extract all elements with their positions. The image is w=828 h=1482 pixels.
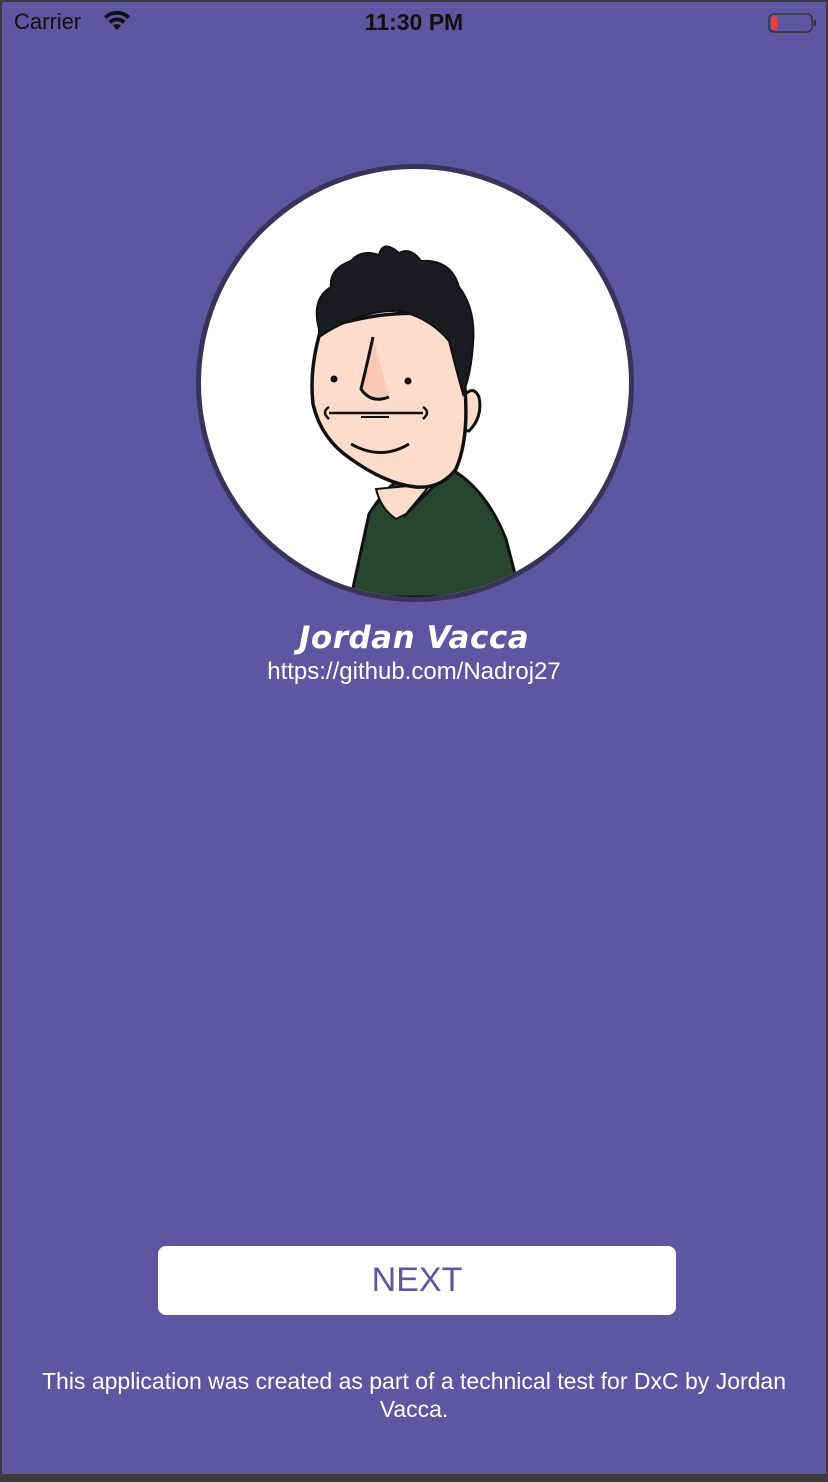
- avatar-ring: [196, 164, 634, 602]
- screen: Carrier 11:30 PM Jordan Vacca https://gi…: [2, 2, 826, 1474]
- status-time: 11:30 PM: [364, 9, 464, 35]
- avatar: [201, 169, 629, 597]
- footer-note: This application was created as part of …: [41, 1368, 787, 1422]
- status-bar: Carrier 11:30 PM: [2, 2, 826, 46]
- cartoon-avatar-icon: [310, 245, 523, 597]
- battery-low-icon: [768, 12, 818, 34]
- next-button[interactable]: NEXT: [158, 1246, 676, 1315]
- github-link[interactable]: https://github.com/Nadroj27: [2, 658, 826, 686]
- profile-name: Jordan Vacca: [298, 620, 530, 656]
